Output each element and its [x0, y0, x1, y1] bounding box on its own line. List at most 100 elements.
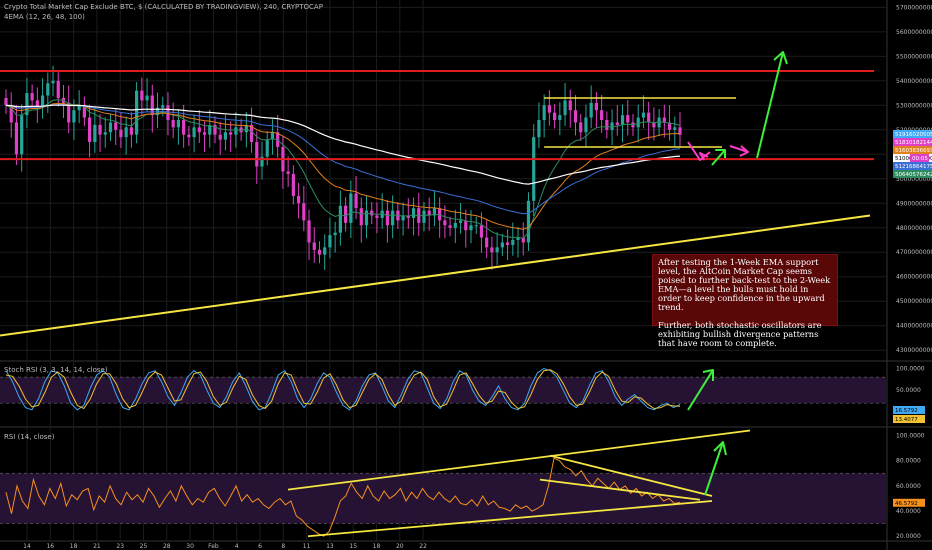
candle	[453, 222, 457, 228]
rsi-tick-label: 40.0000	[896, 508, 921, 515]
candle	[197, 127, 201, 133]
price-tick-label: 48000000000	[896, 225, 932, 232]
candle	[370, 210, 374, 216]
candle	[641, 112, 646, 118]
candle	[302, 203, 306, 221]
price-label: 51603836693	[895, 148, 932, 154]
time-tick-label: 21	[93, 543, 101, 550]
candle	[103, 132, 107, 135]
stoch-title: Stoch RSI (3, 3, 14, 14, close)	[4, 366, 108, 374]
candle	[526, 200, 531, 243]
price-tick-label: 56000000000	[896, 29, 932, 36]
time-tick-label: Feb	[208, 543, 219, 550]
candle	[192, 127, 196, 138]
candle	[553, 112, 557, 120]
price-tick-label: 54000000000	[896, 78, 932, 85]
bounce-arrow	[711, 149, 726, 166]
candle	[187, 134, 191, 138]
candle	[438, 208, 442, 221]
time-tick-label: 25	[140, 543, 148, 550]
candle	[171, 120, 175, 128]
time-tick-label: 6	[258, 543, 262, 550]
candle	[93, 124, 97, 143]
candle	[296, 195, 301, 204]
candle	[485, 237, 489, 248]
price-tick-label: 49000000000	[896, 200, 932, 207]
time-tick-label: 15	[349, 543, 357, 550]
candle	[558, 115, 562, 120]
candle	[579, 122, 583, 133]
candle	[218, 134, 222, 140]
price-tick-label: 53000000000	[896, 102, 932, 109]
candle	[532, 137, 536, 201]
stoch-value-label: 13.4077	[895, 417, 918, 423]
candle	[479, 225, 484, 238]
stoch-tick-label: 100.0000	[896, 366, 925, 373]
candle	[464, 220, 468, 231]
price-tick-label: 46000000000	[896, 274, 932, 281]
candle	[500, 242, 504, 248]
candle	[87, 117, 92, 143]
candle	[202, 132, 207, 135]
candle	[594, 102, 599, 111]
candle	[422, 210, 426, 223]
candle	[4, 97, 8, 106]
price-label: 51916020505	[895, 132, 932, 138]
candle	[229, 132, 233, 135]
candle	[56, 80, 60, 98]
candle	[14, 122, 19, 155]
candle	[344, 205, 348, 223]
candle	[626, 115, 630, 123]
price-tick-label: 43000000000	[896, 347, 932, 354]
candle	[349, 193, 353, 223]
candle	[542, 105, 546, 120]
candle	[72, 110, 76, 123]
candle	[51, 80, 55, 84]
candle	[265, 139, 269, 157]
candle	[182, 120, 186, 135]
price-tick-label: 55000000000	[896, 53, 932, 60]
analysis-annotation: After testing the 1-Week EMA support lev…	[652, 254, 838, 348]
candle	[234, 127, 238, 135]
candle	[291, 173, 295, 196]
rsi-tick-label: 100.0000	[896, 433, 925, 440]
time-tick-label: 28	[163, 543, 171, 550]
candle	[114, 122, 118, 130]
stoch-value-label: 16.5792	[895, 408, 918, 414]
candle	[584, 117, 588, 133]
annotation-paragraph-2: Further, both stochastic oscillators are…	[658, 320, 822, 348]
candle	[490, 247, 494, 253]
clock-label: 00:05	[912, 156, 928, 162]
candle	[605, 120, 609, 130]
candle	[119, 129, 123, 138]
candle	[511, 240, 515, 245]
candle	[129, 127, 133, 135]
candle	[307, 220, 311, 243]
candle	[359, 208, 363, 226]
time-tick-label: 23	[116, 543, 124, 550]
time-tick-label: 20	[396, 543, 404, 550]
time-tick-label: 22	[419, 543, 427, 550]
candle	[568, 100, 572, 111]
candle	[323, 247, 327, 255]
candle	[317, 249, 322, 255]
candle	[46, 83, 50, 96]
candle	[354, 193, 358, 209]
annotation-paragraph-1: After testing the 1-Week EMA support lev…	[658, 257, 831, 312]
price-label: 51810182144	[895, 140, 932, 146]
price-tick-label: 47000000000	[896, 249, 932, 256]
candle	[448, 225, 452, 228]
candle	[108, 122, 113, 133]
rsi-tick-label: 80.0000	[896, 458, 921, 465]
candle	[364, 210, 369, 226]
candle	[505, 242, 510, 245]
time-tick-label: 30	[186, 543, 194, 550]
candle	[385, 210, 390, 226]
candle	[338, 205, 342, 233]
candle	[589, 102, 593, 118]
candle	[124, 127, 128, 138]
price-tick-label: 57000000000	[896, 4, 932, 11]
rsi-value-label: 46.5792	[895, 501, 918, 507]
time-tick-label: 18	[373, 543, 381, 550]
ema-100-line	[5, 104, 681, 185]
